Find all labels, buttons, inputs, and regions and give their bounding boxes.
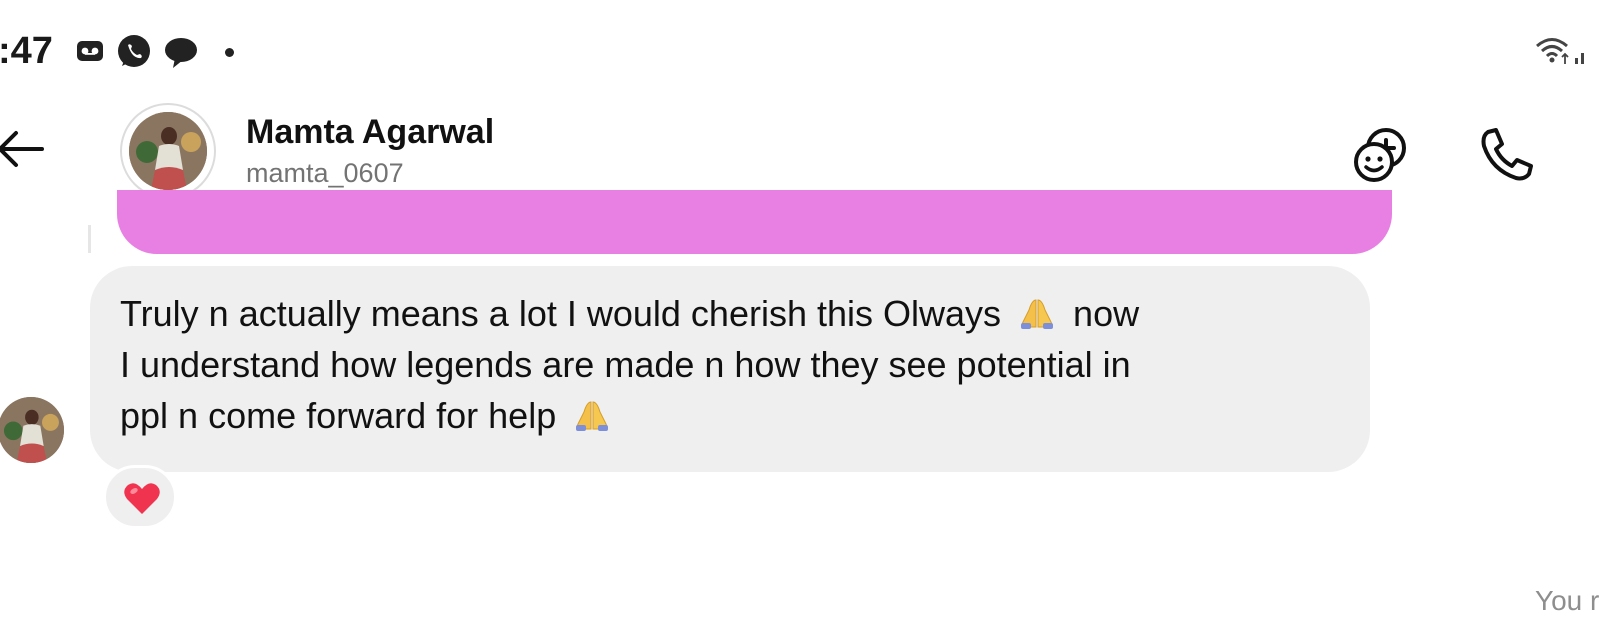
contact-avatar[interactable] [120, 103, 216, 199]
contact-handle: mamta_0607 [246, 158, 404, 188]
sticker-add-icon[interactable] [1350, 122, 1416, 188]
voicemail-icon [77, 41, 103, 61]
contact-name[interactable]: Mamta Agarwal [246, 113, 494, 152]
received-message-bubble[interactable]: Truly n actually means a lot I would che… [90, 266, 1370, 472]
phone-icon[interactable] [1474, 122, 1540, 188]
reply-indicator-line [88, 225, 91, 253]
sender-avatar[interactable] [0, 397, 64, 463]
status-time: :47 [0, 30, 53, 72]
status-bar: :47 [0, 0, 1600, 100]
wifi-icon [1536, 38, 1584, 64]
heart-icon [124, 483, 160, 514]
folded-hands-emoji-icon [576, 401, 609, 431]
notification-dot [225, 48, 234, 57]
back-arrow-icon[interactable] [0, 124, 54, 174]
whatsapp-icon [118, 35, 150, 67]
chat-bubble-icon [165, 38, 197, 68]
heart-reaction[interactable] [103, 465, 177, 529]
folded-hands-emoji-icon [1021, 299, 1054, 329]
you-label: You r [1535, 585, 1600, 616]
message-line: I understand how legends are made n how … [120, 344, 1131, 385]
avatar-photo [129, 112, 207, 190]
message-line: ppl n come forward for help [120, 390, 1360, 441]
message-line: Truly n actually means a lot I would che… [120, 293, 1140, 334]
previous-message-bubble[interactable] [117, 190, 1392, 254]
message-text: Truly n actually means a lot I would che… [120, 288, 1360, 441]
